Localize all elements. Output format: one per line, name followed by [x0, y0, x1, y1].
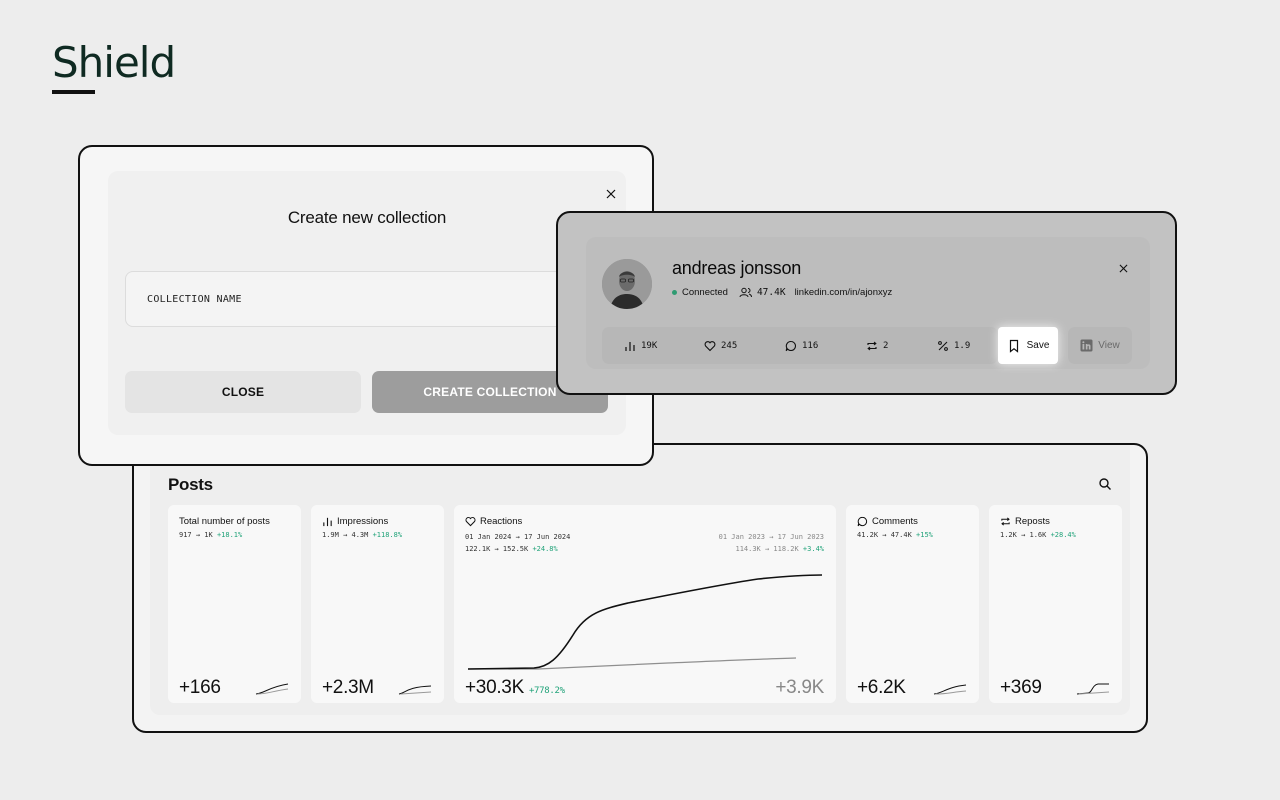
follower-count: 47.4K	[756, 287, 786, 298]
stat-card-value: +166	[179, 677, 221, 698]
stat-card-range: 1.9M → 4.3M	[322, 531, 369, 539]
close-icon[interactable]	[606, 189, 616, 199]
stat-card-label: Impressions	[337, 516, 389, 527]
sparkline-icon	[398, 685, 432, 695]
stat-card-header: Impressions	[322, 516, 388, 527]
profile-name: andreas jonsson	[672, 258, 802, 278]
stat-card-header: Comments	[857, 516, 918, 527]
stat-card-range-row: 1.9M → 4.3M +118.8%	[322, 531, 402, 539]
metric-value: 245	[721, 340, 738, 351]
stat-card-reposts[interactable]: Reposts 1.2K → 1.6K +28.4% +369	[989, 505, 1122, 703]
stat-card-change: +15%	[916, 531, 933, 539]
stat-card-range: 917 → 1K	[179, 531, 213, 539]
bar-chart-icon	[323, 517, 332, 527]
metric-engagement-rate: 1.9	[937, 327, 970, 364]
linkedin-icon	[1080, 339, 1093, 352]
profile-card-body: andreas jonsson Connected 47.4K linkedin…	[586, 237, 1150, 369]
stat-card-range-row: 122.1K → 152.5K +24.8%	[465, 545, 558, 553]
close-icon[interactable]	[1119, 264, 1128, 273]
brand-underline	[52, 90, 95, 94]
stat-card-range-row: 1.2K → 1.6K +28.4%	[1000, 531, 1076, 539]
close-button[interactable]: CLOSE	[125, 371, 361, 413]
stat-card-range: 122.1K → 152.5K	[465, 545, 529, 553]
metric-value: 116	[802, 340, 819, 351]
sparkline-icon	[933, 684, 967, 695]
metric-reposts: 2	[866, 327, 888, 364]
stat-card-comments[interactable]: Comments 41.2K → 47.4K +15% +6.2K	[846, 505, 979, 703]
comment-icon	[785, 340, 796, 351]
profile-meta: Connected 47.4K linkedin.com/in/ajonxyz	[672, 287, 892, 298]
stat-card-change: +118.8%	[372, 531, 403, 539]
reactions-value-previous: +3.9K	[775, 677, 824, 698]
current-period-line	[468, 574, 823, 670]
comment-icon	[857, 516, 868, 527]
brand-logo-text: Shield	[52, 38, 176, 87]
search-icon[interactable]	[1098, 477, 1112, 491]
stat-card-reactions[interactable]: Reactions 01 Jan 2024 → 17 Jun 2024 122.…	[454, 505, 836, 703]
metric-reactions: 245	[704, 327, 737, 364]
stat-card-value: +369	[1000, 677, 1042, 698]
metric-value: 1.9	[954, 340, 971, 351]
modal-title: Create new collection	[287, 208, 447, 227]
posts-title: Posts	[168, 475, 213, 494]
stat-card-header: Total number of posts	[179, 516, 270, 527]
connected-status-dot	[672, 290, 677, 295]
stat-card-label: Comments	[872, 516, 918, 527]
stat-card-label: Total number of posts	[179, 516, 270, 527]
profile-metrics-bar: 19K 245 116 2 1.9	[602, 327, 998, 364]
stat-card-range-row: 41.2K → 47.4K +15%	[857, 531, 933, 539]
repost-icon	[1001, 517, 1010, 526]
period-current: 01 Jan 2024 → 17 Jun 2024	[465, 533, 571, 541]
save-button[interactable]: Save	[998, 327, 1058, 364]
stat-card-range-row: 917 → 1K +18.1%	[179, 531, 242, 539]
reactions-value: +30.3K	[465, 677, 524, 698]
save-label: Save	[1026, 340, 1050, 351]
stat-card-range: 41.2K → 47.4K	[857, 531, 912, 539]
stat-card-header: Reposts	[1000, 516, 1050, 527]
metric-value: 2	[883, 340, 889, 351]
sparkline-icon	[255, 683, 289, 695]
connection-status: Connected	[682, 287, 728, 298]
previous-period-line	[468, 657, 797, 670]
stat-card-change: +24.8%	[532, 545, 558, 553]
stat-card-total-posts[interactable]: Total number of posts 917 → 1K +18.1% +1…	[168, 505, 301, 703]
stat-card-value: +30.3K +778.2%	[465, 677, 565, 699]
collection-name-input[interactable]	[125, 271, 607, 327]
avatar	[602, 259, 652, 309]
view-profile-button[interactable]: View	[1068, 327, 1132, 364]
stat-card-value: +2.3M	[322, 677, 374, 698]
sparkline-icon	[1076, 683, 1110, 695]
percent-icon	[938, 340, 948, 351]
avatar-portrait-icon	[602, 259, 652, 309]
period-previous: 01 Jan 2023 → 17 Jun 2023	[718, 533, 824, 541]
stat-card-change: +28.4%	[1050, 531, 1076, 539]
metric-impressions: 19K	[624, 327, 657, 364]
stat-card-impressions[interactable]: Impressions 1.9M → 4.3M +118.8% +2.3M	[311, 505, 444, 703]
stat-card-value: +6.2K	[857, 677, 906, 698]
heart-icon	[704, 340, 716, 351]
metric-comments: 116	[785, 327, 818, 364]
stat-card-label: Reposts	[1015, 516, 1050, 527]
users-icon	[739, 287, 752, 298]
stat-card-range-previous: 114.3K → 118.2K	[735, 545, 799, 553]
profile-card: andreas jonsson Connected 47.4K linkedin…	[556, 211, 1177, 395]
stat-card-change: +18.1%	[216, 531, 243, 539]
profile-url[interactable]: linkedin.com/in/ajonxyz	[795, 287, 893, 298]
posts-panel: Posts Total number of posts 917 → 1K +18…	[132, 443, 1148, 733]
stat-card-header: Reactions	[465, 516, 522, 527]
reactions-value-change: +778.2%	[528, 686, 565, 696]
modal-body: Create new collection CLOSE CREATE COLLE…	[108, 171, 626, 435]
stat-card-range: 1.2K → 1.6K	[1000, 531, 1047, 539]
heart-icon	[465, 517, 476, 527]
reactions-trend-chart	[468, 574, 823, 670]
metric-value: 19K	[641, 340, 658, 351]
view-label: View	[1098, 340, 1120, 351]
stat-card-change-previous: +3.4%	[802, 545, 824, 553]
repost-icon	[867, 341, 877, 350]
stat-card-label: Reactions	[480, 516, 523, 527]
bookmark-icon	[1009, 339, 1018, 353]
posts-container: Posts Total number of posts 917 → 1K +18…	[150, 445, 1130, 715]
bar-chart-icon	[625, 341, 635, 351]
stat-card-range-row-previous: 114.3K → 118.2K +3.4%	[735, 545, 824, 553]
